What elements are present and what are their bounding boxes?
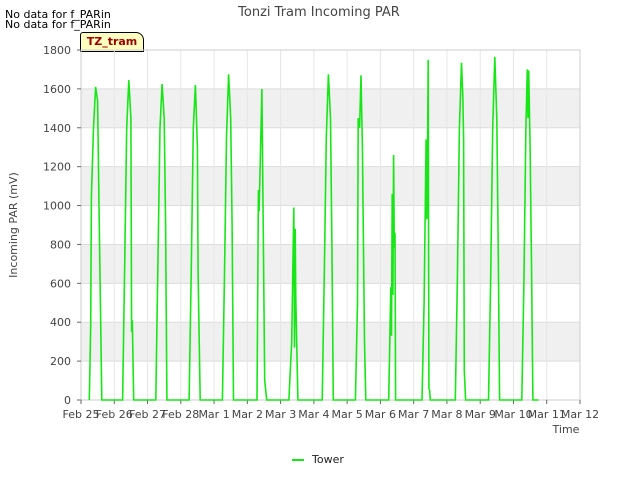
y-tick-label: 800 — [50, 238, 71, 251]
y-tick-label: 1600 — [43, 83, 71, 96]
grid-band — [81, 244, 580, 284]
incoming-par-chart: 0 200 400 600 800 1000 1200 1400 1600 1800 Feb 25… — [7, 5, 599, 436]
legend-swatch-tower — [292, 459, 304, 461]
x-tick-label: Mar 5 — [332, 408, 363, 421]
y-tick-label: 0 — [64, 394, 71, 407]
x-axis-ticks: Feb 25Feb 26Feb 27Feb 28 Mar 1 Mar 2 Mar 3M… — [63, 400, 599, 421]
legend: Tower — [292, 453, 344, 466]
y-tick-label: 1000 — [43, 200, 71, 213]
x-tick-label: Mar 4 — [298, 408, 329, 421]
x-tick-label: Mar 6 — [365, 408, 396, 421]
x-tick-label: Mar 12 — [561, 408, 599, 421]
x-tick-label: Feb 26 — [96, 408, 133, 421]
x-tick-label: Mar 2 — [232, 408, 263, 421]
y-axis-label: Incoming PAR (mV) — [7, 172, 20, 278]
x-tick-label: Mar 3 — [265, 408, 296, 421]
x-tick-label: Mar 8 — [431, 408, 462, 421]
y-tick-label: 200 — [50, 355, 71, 368]
x-tick-label: Mar 9 — [465, 408, 496, 421]
y-tick-label: 600 — [50, 277, 71, 290]
y-tick-label: 1400 — [43, 122, 71, 135]
legend-label-tower: Tower — [312, 453, 344, 466]
chart-title: Tonzi Tram Incoming PAR — [237, 5, 400, 20]
x-tick-label: Mar 7 — [398, 408, 429, 421]
y-axis-ticks: 0 200 400 600 800 1000 1200 1400 1600 1800 — [43, 44, 81, 407]
x-axis-label: Time — [552, 423, 580, 436]
y-tick-label: 1800 — [43, 44, 71, 57]
y-tick-label: 1200 — [43, 161, 71, 174]
y-tick-label: 400 — [50, 316, 71, 329]
x-tick-label: Feb 28 — [162, 408, 199, 421]
x-tick-label: Mar 1 — [198, 408, 229, 421]
x-tick-label: Feb 25 — [63, 408, 100, 421]
x-tick-label: Feb 27 — [129, 408, 166, 421]
